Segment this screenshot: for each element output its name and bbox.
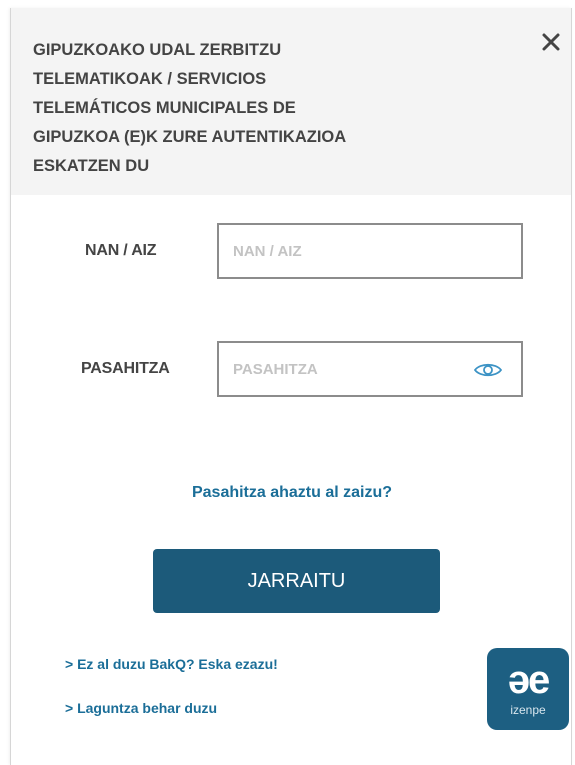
izenpe-logo-mark: əe — [507, 658, 550, 702]
continue-button[interactable]: JARRAITU — [153, 549, 440, 613]
request-bakq-link[interactable]: > Ez al duzu BakQ? Eska ezazu! — [65, 656, 278, 672]
password-field-wrapper — [217, 341, 523, 397]
nan-input[interactable] — [219, 225, 521, 277]
auth-dialog: GIPUZKOAKO UDAL ZERBITZU TELEMATIKOAK / … — [10, 8, 572, 765]
close-icon[interactable] — [539, 30, 563, 54]
izenpe-logo-text: izenpe — [510, 703, 546, 717]
dialog-title: GIPUZKOAKO UDAL ZERBITZU TELEMATIKOAK / … — [33, 41, 347, 175]
dialog-header: GIPUZKOAKO UDAL ZERBITZU TELEMATIKOAK / … — [11, 8, 571, 195]
nan-label: NAN / AIZ — [85, 242, 157, 259]
help-link[interactable]: > Laguntza behar duzu — [65, 700, 217, 716]
nan-field-wrapper — [217, 223, 523, 279]
eye-icon[interactable] — [473, 361, 503, 379]
izenpe-logo: əe izenpe — [487, 648, 569, 730]
forgot-password-link[interactable]: Pasahitza ahaztu al zaizu? — [11, 484, 573, 502]
password-label: PASAHITZA — [81, 360, 170, 377]
